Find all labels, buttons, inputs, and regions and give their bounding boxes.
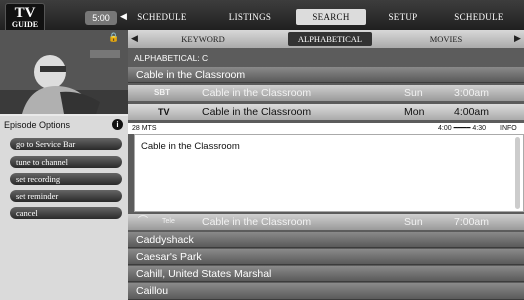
nav-left-arrow-icon[interactable]: ◀ <box>120 11 127 22</box>
channel-logo: TV <box>158 107 170 117</box>
airing-title: Cable in the Classroom <box>202 106 312 118</box>
list-item[interactable]: Cable in the Classroom <box>128 67 524 83</box>
logo-tv-text: TV <box>14 5 36 21</box>
airing-day: Sun <box>404 87 423 99</box>
tab-alphabetical[interactable]: ALPHABETICAL <box>288 32 372 46</box>
search-subtabs: ◀ KEYWORD ALPHABETICAL MOVIES ▶ <box>128 30 524 48</box>
airing-row[interactable]: SBT Cable in the Classroom Sun 3:00am <box>128 85 524 101</box>
nav-setup[interactable]: SETUP <box>378 9 428 25</box>
airing-row-selected[interactable]: TV Cable in the Classroom Mon 4:00am <box>128 104 524 120</box>
nav-listings[interactable]: LISTINGS <box>220 9 280 25</box>
go-to-service-bar-button[interactable]: go to Service Bar <box>10 138 122 150</box>
airing-time: 4:00am <box>454 106 490 118</box>
description-text: Cable in the Classroom <box>141 141 240 152</box>
airing-time: 7:00am <box>454 216 490 228</box>
satellite-dish-icon: ⌒ <box>138 216 148 227</box>
tv-guide-logo: TV GUIDE <box>5 3 45 33</box>
nav-search[interactable]: SEARCH <box>296 9 366 25</box>
channel-logo: Tele <box>162 218 175 225</box>
clock-display: 5:00 <box>85 11 117 25</box>
program-description: Cable in the Classroom <box>134 134 524 212</box>
live-tv-preview[interactable]: 🔒 <box>0 30 128 114</box>
lock-icon: 🔒 <box>108 32 120 42</box>
main-nav: SCHEDULE LISTINGS SEARCH SETUP SCHEDULE <box>128 9 524 25</box>
list-item[interactable]: Cahill, United States Marshal <box>128 266 524 282</box>
tab-keyword[interactable]: KEYWORD <box>168 32 238 46</box>
airing-day: Sun <box>404 216 423 228</box>
airing-title: Cable in the Classroom <box>202 87 312 99</box>
list-item[interactable]: Caesar's Park <box>128 249 524 265</box>
duration-label: 28 MTS <box>132 125 157 132</box>
list-item[interactable]: Caillou <box>128 283 524 300</box>
tab-movies[interactable]: MOVIES <box>418 32 474 46</box>
airing-time: 3:00am <box>454 87 490 99</box>
nav-schedule-2[interactable]: SCHEDULE <box>446 9 512 25</box>
description-scrollbar[interactable] <box>515 137 520 209</box>
program-progress-bar: 28 MTS 4:00 ━━━━ 4:30 INFO <box>128 123 524 134</box>
info-label: INFO <box>500 125 517 132</box>
airing-day: Mon <box>404 106 425 118</box>
set-recording-button[interactable]: set recording <box>10 173 122 185</box>
info-icon[interactable]: i <box>112 119 123 130</box>
episode-options-title: Episode Options <box>4 120 71 130</box>
cancel-button[interactable]: cancel <box>10 207 122 219</box>
episode-options-panel: Episode Options i go to Service Bar tune… <box>0 116 128 300</box>
airing-row[interactable]: ⌒ Tele Cable in the Classroom Sun 7:00am <box>128 214 524 230</box>
subtab-right-arrow-icon[interactable]: ▶ <box>514 30 521 46</box>
logo-guide-text: GUIDE <box>11 20 39 29</box>
tune-to-channel-button[interactable]: tune to channel <box>10 156 122 168</box>
time-range: 4:00 ━━━━ 4:30 <box>438 125 486 132</box>
channel-logo: SBT <box>154 88 170 97</box>
list-item[interactable]: Caddyshack <box>128 232 524 248</box>
airing-title: Cable in the Classroom <box>202 216 312 228</box>
subtab-left-arrow-icon[interactable]: ◀ <box>131 30 138 46</box>
alphabetical-heading: ALPHABETICAL: C <box>134 53 209 63</box>
set-reminder-button[interactable]: set reminder <box>10 190 122 202</box>
nav-schedule[interactable]: SCHEDULE <box>132 9 192 25</box>
